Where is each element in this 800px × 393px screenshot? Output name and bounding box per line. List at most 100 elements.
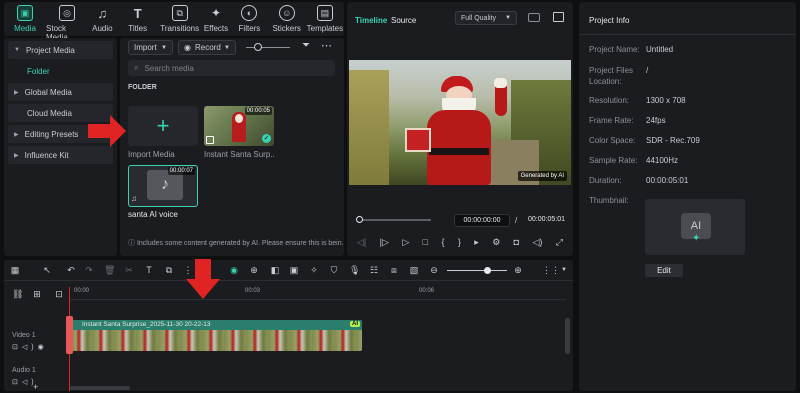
tab-stock-media[interactable]: ◎Stock Media	[46, 5, 88, 42]
chevron-down-icon: ▼	[161, 44, 167, 51]
info-row: Duration: 00:00:05:01	[589, 176, 689, 185]
audio-clip-name: santa AI voice	[128, 210, 178, 219]
sidebar-item-project-media[interactable]: ▼ Project Media	[8, 41, 113, 59]
layout-icon[interactable]: ▦	[10, 265, 20, 275]
add-track-icon[interactable]: ⊡	[54, 289, 64, 299]
info-icon: ⓘ	[128, 240, 137, 247]
project-thumbnail: AI ✦	[645, 199, 745, 255]
audio-clip-thumbnail[interactable]: ♪ 00:00:07 ♫	[128, 165, 198, 207]
tab-transitions[interactable]: ⧉ Transitions	[159, 5, 201, 33]
stickers-icon: ☺	[278, 5, 295, 21]
search-input[interactable]: ⌕ Search media	[128, 60, 335, 76]
ai-watermark: Generated by AI	[517, 171, 567, 181]
chevron-down-icon[interactable]: ▼	[559, 265, 569, 275]
pip-icon[interactable]: ⧈	[389, 265, 399, 275]
thumbnail-size-slider[interactable]	[246, 43, 290, 51]
sticker-icon[interactable]: ▣	[289, 265, 299, 275]
add-icon[interactable]: +	[33, 382, 38, 392]
zoom-out-icon[interactable]: ⊖	[429, 265, 439, 275]
tab-templates[interactable]: ▤ Templates	[306, 5, 344, 33]
quality-dropdown[interactable]: Full Quality ▼	[455, 11, 517, 25]
chevron-down-icon: ▼	[505, 15, 511, 21]
plus-icon: +	[156, 113, 170, 138]
ai-badge: AI	[350, 321, 360, 327]
red-arrow-down	[186, 259, 220, 299]
play-icon[interactable]: ▷	[402, 237, 409, 248]
fullscreen-icon[interactable]: ⤢	[556, 237, 563, 248]
tab-titles[interactable]: T Titles	[117, 5, 159, 34]
redo-icon[interactable]: ↷	[84, 265, 94, 275]
import-media-tile[interactable]: +	[128, 106, 198, 146]
shield-icon[interactable]: ⛉	[329, 265, 339, 275]
mark-out-icon[interactable]: }	[458, 237, 461, 248]
ai-notice: ⓘ Includes some content generated by AI.…	[128, 240, 344, 247]
video-type-icon	[206, 136, 214, 144]
horizontal-scrollbar[interactable]	[70, 386, 130, 390]
color-icon[interactable]: ◧	[270, 265, 280, 275]
santa-face	[235, 114, 243, 123]
split-icon[interactable]: ✂	[124, 265, 134, 275]
tab-timeline[interactable]: Timeline	[355, 16, 387, 25]
tab-audio[interactable]: ♫ Audio	[88, 5, 117, 34]
text-icon[interactable]: T	[144, 265, 154, 275]
timeline-video-clip[interactable]: Instant Santa Surprise_2025-11-30 20-22-…	[70, 320, 362, 351]
select-tool-icon[interactable]: ↖	[42, 265, 52, 275]
media-clip-thumbnail[interactable]: 00:00:05 ✓	[204, 106, 274, 146]
safe-zone-icon[interactable]	[528, 13, 540, 22]
sidebar-item-global-media[interactable]: ▶ Global Media	[8, 83, 113, 101]
previous-frame-icon[interactable]: ◁|	[357, 237, 366, 248]
camera-icon[interactable]: ◘	[514, 237, 519, 248]
link-icon[interactable]: ⛓	[12, 289, 23, 299]
zoom-handle[interactable]	[484, 267, 491, 274]
ai-tool-icon[interactable]: ◉	[229, 265, 239, 275]
clip-trim-handle[interactable]	[66, 316, 73, 354]
mark-in-icon[interactable]: {	[441, 237, 444, 248]
settings-icon[interactable]: ⚙	[492, 237, 500, 248]
render-icon[interactable]: ▸	[474, 237, 479, 248]
titles-icon: T	[133, 5, 142, 21]
delete-icon[interactable]: 🗑	[104, 265, 115, 275]
zoom-slider[interactable]	[447, 267, 507, 274]
stop-icon[interactable]: □	[423, 237, 428, 248]
import-dropdown[interactable]: Import ▼	[128, 40, 173, 55]
filter-icon[interactable]: ⏷	[302, 40, 310, 51]
tab-filters[interactable]: ◐ Filters	[231, 5, 267, 33]
track-manager-icon[interactable]: ⊞	[32, 289, 42, 299]
crop-icon[interactable]: ⧉	[164, 265, 174, 275]
audio-type-icon: ♫	[131, 194, 137, 203]
tab-effects[interactable]: ✦ Effects	[201, 5, 232, 33]
clip-filmstrip	[70, 330, 362, 351]
playback-controls: ◁| |▷ ▷ □ { } ▸ ⚙ ◘ ◁) ⤢	[357, 237, 563, 248]
microphone-icon[interactable]: 🎙	[349, 265, 360, 275]
playback-progress[interactable]	[356, 216, 431, 223]
sidebar-item-influence-kit[interactable]: ▶ Influence Kit	[8, 146, 113, 164]
info-row: Sample Rate: 44100Hz	[589, 156, 679, 165]
media-sidebar: ▼ Project Media Folder ▶ Global Media Clou…	[4, 38, 117, 256]
slider-handle[interactable]	[254, 43, 262, 51]
zoom-in-icon[interactable]: ⊕	[513, 265, 523, 275]
snapshot-icon[interactable]	[553, 12, 564, 22]
effects-icon[interactable]: ✧	[309, 265, 319, 275]
vertical-scrollbar[interactable]	[565, 318, 570, 354]
time-ruler[interactable]: 00:00 00:03 00:06	[70, 288, 566, 300]
edit-thumbnail-button[interactable]: Edit	[645, 264, 683, 277]
tab-media[interactable]: ▣ Media	[4, 5, 46, 33]
caret-right-icon: ▶	[14, 131, 19, 138]
volume-icon[interactable]: ◁)	[532, 237, 542, 248]
sidebar-item-folder[interactable]: Folder	[8, 62, 113, 80]
audio-icon: ♫	[97, 5, 108, 21]
tab-stickers[interactable]: ☺ Stickers	[268, 5, 306, 33]
undo-icon[interactable]: ↶	[66, 265, 76, 275]
media-library: Import ▼ ◉ Record ▼ ⏷ ⋯ ⌕ Search media FOLDE…	[120, 38, 344, 256]
divider	[579, 34, 796, 35]
more-icon[interactable]: ⋯	[321, 39, 332, 52]
image-icon[interactable]: ▧	[409, 265, 419, 275]
tab-source[interactable]: Source	[391, 16, 416, 25]
audio-mixer-icon[interactable]: ☷	[369, 265, 379, 275]
step-back-icon[interactable]: |▷	[380, 237, 389, 248]
track-controls[interactable]: ⊡◁)◉	[12, 343, 48, 351]
marker-icon[interactable]: ⊕	[249, 265, 259, 275]
playhead-handle[interactable]	[356, 216, 363, 223]
record-dropdown[interactable]: ◉ Record ▼	[178, 40, 236, 55]
grid-view-icon[interactable]: ⋮⋮	[542, 265, 560, 275]
